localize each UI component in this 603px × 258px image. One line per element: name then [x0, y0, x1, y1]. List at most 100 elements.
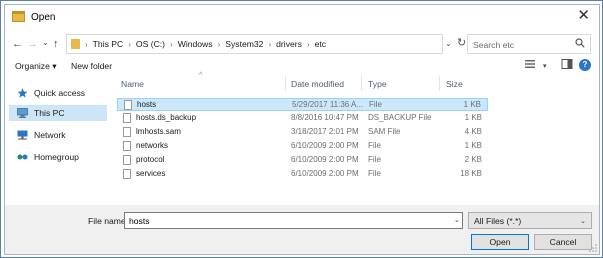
- breadcrumb-separator[interactable]: ›: [268, 40, 271, 49]
- breadcrumb-drivers[interactable]: drivers: [276, 39, 302, 49]
- file-type: File: [369, 100, 382, 109]
- search-input[interactable]: Search etc: [473, 40, 514, 50]
- breadcrumb-separator: ›: [85, 39, 88, 49]
- network-icon: [17, 130, 28, 140]
- search-box[interactable]: Search etc: [467, 34, 591, 54]
- breadcrumb-system32[interactable]: System32: [225, 39, 263, 49]
- file-type-select[interactable]: All Files (*.*) ⌄: [468, 212, 592, 229]
- nav-item-label: This PC: [34, 108, 65, 118]
- file-name-input[interactable]: [124, 212, 463, 229]
- dialog-outer-border: Open ✕ ← → ⌄ ↑ › This PC › OS (C:) › Win…: [0, 0, 603, 258]
- breadcrumb-separator[interactable]: ›: [170, 40, 173, 49]
- breadcrumb-separator[interactable]: ›: [128, 40, 131, 49]
- nav-item-label: Quick access: [34, 88, 86, 98]
- sort-indicator: ^: [199, 72, 203, 79]
- address-bar[interactable]: › This PC › OS (C:) › Windows › System32…: [66, 34, 443, 54]
- cancel-button[interactable]: Cancel: [534, 234, 592, 250]
- resize-grip-icon[interactable]: [589, 244, 597, 252]
- nav-item-label: Network: [34, 130, 66, 140]
- breadcrumb-separator[interactable]: ›: [307, 40, 310, 49]
- forward-button[interactable]: →: [27, 38, 38, 50]
- breadcrumb: › This PC › OS (C:) › Windows › System32…: [85, 39, 326, 49]
- column-header-date-modified[interactable]: Date modified: [291, 79, 344, 89]
- view-options-icon[interactable]: [524, 58, 536, 70]
- nav-item-this-pc[interactable]: This PC: [9, 105, 107, 121]
- file-name-dropdown-icon[interactable]: ⌄: [454, 216, 460, 224]
- file-name: lmhosts.sam: [136, 127, 181, 136]
- file-size: 1 KB: [464, 141, 482, 150]
- title-bar[interactable]: Open ✕: [5, 5, 599, 31]
- file-row-lmhosts-sam[interactable]: lmhosts.sam 3/18/2017 2:01 PM SAM File 4…: [117, 126, 488, 139]
- file-row-networks[interactable]: networks 6/10/2009 2:00 PM File 1 KB: [117, 140, 488, 153]
- preview-pane-icon[interactable]: [561, 58, 573, 70]
- breadcrumb-this-pc[interactable]: This PC: [93, 39, 124, 49]
- address-dropdown-button[interactable]: ⌄: [445, 39, 452, 48]
- nav-item-network[interactable]: Network: [9, 127, 107, 143]
- column-header-type[interactable]: Type: [368, 79, 387, 89]
- nav-item-quick-access[interactable]: Quick access: [9, 85, 107, 101]
- file-type: SAM File: [368, 127, 401, 136]
- file-type: File: [368, 141, 381, 150]
- file-date: 3/18/2017 2:01 PM: [291, 127, 359, 136]
- file-type: File: [368, 155, 381, 164]
- computer-icon: [17, 108, 28, 118]
- file-row-services[interactable]: services 6/10/2009 2:00 PM File 18 KB: [117, 168, 488, 181]
- window-title: Open: [31, 12, 56, 23]
- star-icon: [17, 88, 28, 98]
- file-icon: [123, 141, 131, 151]
- nav-item-label: Homegroup: [34, 152, 79, 162]
- breadcrumb-os-c[interactable]: OS (C:): [136, 39, 165, 49]
- file-date: 6/10/2009 2:00 PM: [291, 169, 359, 178]
- file-size: 4 KB: [464, 127, 482, 136]
- file-size: 18 KB: [460, 169, 482, 178]
- file-icon: [123, 127, 131, 137]
- file-type: DS_BACKUP File: [368, 113, 432, 122]
- bottom-panel: File name: ⌄ All Files (*.*) ⌄ Open Canc…: [5, 205, 599, 254]
- column-header-size[interactable]: Size: [446, 79, 463, 89]
- chevron-down-icon: ⌄: [580, 218, 586, 225]
- view-dropdown-button[interactable]: ▾: [543, 62, 547, 70]
- file-size: 2 KB: [464, 155, 482, 164]
- column-divider[interactable]: [361, 76, 362, 91]
- file-icon: [124, 100, 132, 110]
- search-icon[interactable]: [575, 38, 585, 48]
- help-button[interactable]: ?: [579, 59, 591, 71]
- file-date: 8/8/2016 10:47 PM: [291, 113, 359, 122]
- file-name: hosts.ds_backup: [136, 113, 197, 122]
- folder-icon: [71, 39, 80, 49]
- new-folder-button[interactable]: New folder: [71, 61, 112, 71]
- file-date: 6/10/2009 2:00 PM: [291, 155, 359, 164]
- open-button[interactable]: Open: [471, 234, 529, 250]
- up-button[interactable]: ↑: [53, 38, 59, 50]
- file-size: 1 KB: [463, 100, 481, 109]
- file-type: File: [368, 169, 381, 178]
- column-divider[interactable]: [439, 76, 440, 91]
- recent-locations-dropdown[interactable]: ⌄: [42, 37, 49, 49]
- back-button[interactable]: ←: [12, 38, 23, 50]
- open-dialog: Open ✕ ← → ⌄ ↑ › This PC › OS (C:) › Win…: [4, 4, 600, 255]
- close-button[interactable]: ✕: [577, 8, 590, 24]
- homegroup-icon: [17, 154, 28, 160]
- file-icon: [123, 155, 131, 165]
- file-date: 5/29/2017 11:36 A...: [292, 100, 364, 109]
- organize-button[interactable]: Organize ▾: [15, 61, 57, 72]
- file-icon: [123, 113, 131, 123]
- column-header-name[interactable]: Name: [121, 79, 144, 89]
- breadcrumb-etc[interactable]: etc: [315, 39, 326, 49]
- file-row-hosts[interactable]: hosts 5/29/2017 11:36 A... File 1 KB: [117, 98, 488, 111]
- refresh-button[interactable]: ↻: [457, 36, 466, 49]
- file-size: 1 KB: [464, 113, 482, 122]
- file-name: networks: [136, 141, 169, 150]
- file-icon: [123, 169, 131, 179]
- file-name: protocol: [136, 155, 165, 164]
- file-name: hosts: [137, 100, 157, 109]
- file-row-hosts-ds-backup[interactable]: hosts.ds_backup 8/8/2016 10:47 PM DS_BAC…: [117, 112, 488, 125]
- nav-item-homegroup[interactable]: Homegroup: [9, 149, 107, 165]
- column-divider[interactable]: [285, 76, 286, 91]
- file-name: services: [136, 169, 166, 178]
- file-row-protocol[interactable]: protocol 6/10/2009 2:00 PM File 2 KB: [117, 154, 488, 167]
- breadcrumb-windows[interactable]: Windows: [178, 39, 213, 49]
- file-date: 6/10/2009 2:00 PM: [291, 141, 359, 150]
- folder-icon: [12, 11, 25, 22]
- breadcrumb-separator[interactable]: ›: [218, 40, 221, 49]
